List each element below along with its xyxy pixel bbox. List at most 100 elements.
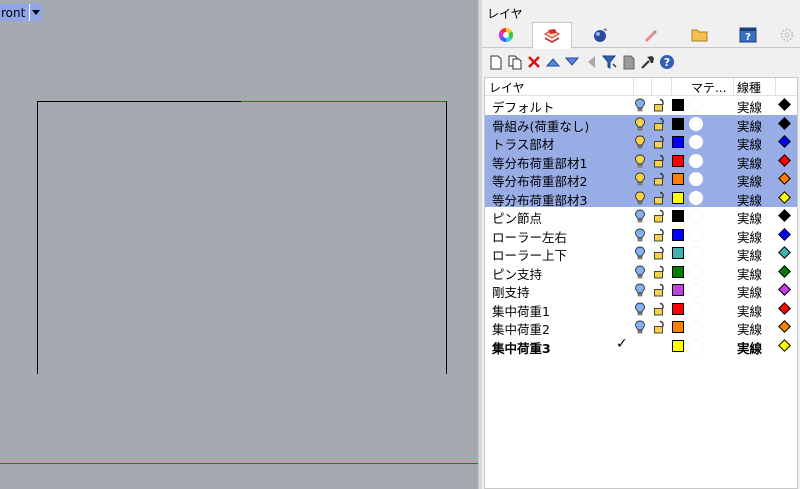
column-header-material[interactable]: マテ... — [691, 79, 726, 96]
document-button[interactable] — [619, 52, 638, 72]
layer-row[interactable]: ローラー左右 実線 — [485, 226, 797, 245]
layer-color-swatch[interactable] — [672, 247, 684, 259]
layer-linetype[interactable]: 実線 — [737, 301, 762, 320]
visibility-bulb-icon[interactable] — [634, 209, 646, 226]
lock-open-icon[interactable] — [653, 191, 667, 208]
print-color-diamond[interactable] — [778, 116, 791, 130]
viewport-tab[interactable]: ront — [0, 4, 43, 21]
material-swatch[interactable] — [689, 190, 703, 205]
lock-open-icon[interactable] — [653, 209, 667, 226]
layer-row[interactable]: 集中荷重3 ✓ 実線 — [485, 336, 797, 357]
layer-color-swatch[interactable] — [672, 173, 684, 185]
layer-name[interactable]: 集中荷重1 — [492, 301, 550, 320]
print-color-diamond[interactable] — [778, 338, 791, 352]
filter-button[interactable] — [600, 52, 619, 72]
layer-name[interactable]: 等分布荷重部材1 — [492, 153, 587, 172]
layer-color-swatch[interactable] — [672, 117, 684, 130]
layer-row[interactable]: 骨組み(荷重なし) 実線 — [485, 114, 797, 135]
print-color-diamond[interactable] — [778, 283, 791, 296]
layer-name[interactable]: ローラー左右 — [492, 227, 567, 246]
lock-open-icon[interactable] — [653, 172, 667, 189]
print-color-diamond[interactable] — [778, 135, 791, 148]
layer-linetype[interactable]: 実線 — [737, 171, 762, 190]
layer-row[interactable]: 等分布荷重部材1 実線 — [485, 151, 797, 172]
front-viewport[interactable]: ront — [0, 0, 478, 489]
material-swatch[interactable] — [689, 301, 703, 316]
visibility-bulb-icon[interactable] — [634, 154, 646, 171]
layer-color-swatch[interactable] — [672, 154, 684, 167]
material-swatch[interactable] — [689, 116, 703, 131]
layer-linetype[interactable]: 実線 — [737, 116, 762, 135]
layer-row[interactable]: ローラー上下 実線 — [485, 244, 797, 263]
material-swatch[interactable] — [689, 320, 703, 334]
layer-name[interactable]: 等分布荷重部材3 — [492, 190, 587, 209]
material-swatch[interactable] — [689, 98, 703, 112]
layer-row[interactable]: 等分布荷重部材2 実線 — [485, 170, 797, 189]
layer-color-swatch[interactable] — [672, 228, 684, 241]
layer-linetype[interactable]: 実線 — [737, 282, 762, 301]
tab-lights[interactable] — [630, 22, 670, 48]
visibility-bulb-icon[interactable] — [634, 320, 646, 337]
material-swatch[interactable] — [689, 264, 703, 279]
layer-row[interactable]: ピン支持 実線 — [485, 263, 797, 282]
tab-layers[interactable] — [532, 22, 572, 49]
layer-color-swatch[interactable] — [672, 321, 684, 333]
viewport-name[interactable]: ront — [1, 6, 29, 20]
tab-files[interactable] — [680, 22, 720, 48]
material-swatch[interactable] — [689, 172, 703, 186]
layer-color-swatch[interactable] — [672, 265, 684, 278]
new-sublayer-button[interactable] — [505, 52, 524, 72]
layer-name[interactable]: ピン支持 — [492, 264, 542, 283]
material-swatch[interactable] — [689, 227, 703, 242]
layer-color-swatch[interactable] — [672, 136, 684, 148]
layer-row[interactable]: 剛支持 実線 — [485, 281, 797, 300]
visibility-bulb-icon[interactable] — [634, 117, 646, 134]
material-swatch[interactable] — [689, 338, 703, 353]
layer-name[interactable]: ピン節点 — [492, 208, 542, 227]
tab-color[interactable] — [486, 22, 526, 48]
layer-linetype[interactable]: 実線 — [737, 338, 762, 357]
delete-layer-button[interactable] — [524, 52, 543, 72]
layer-name[interactable]: ローラー上下 — [492, 245, 567, 264]
layer-linetype[interactable]: 実線 — [737, 264, 762, 283]
visibility-bulb-icon[interactable] — [634, 246, 646, 263]
layer-name[interactable]: 等分布荷重部材2 — [492, 171, 587, 190]
visibility-bulb-icon[interactable] — [634, 172, 646, 189]
print-color-diamond[interactable] — [778, 227, 791, 241]
print-color-diamond[interactable] — [778, 320, 791, 333]
layer-linetype[interactable]: 実線 — [737, 97, 762, 116]
layer-linetype[interactable]: 実線 — [737, 190, 762, 209]
layer-row[interactable]: 等分布荷重部材3 実線 — [485, 188, 797, 209]
layer-color-swatch[interactable] — [672, 302, 684, 315]
lock-open-icon[interactable] — [653, 117, 667, 134]
layer-name[interactable]: 骨組み(荷重なし) — [492, 116, 589, 135]
move-down-button[interactable] — [562, 52, 581, 72]
layer-linetype[interactable]: 実線 — [737, 153, 762, 172]
layer-linetype[interactable]: 実線 — [737, 319, 762, 338]
tab-settings[interactable] — [774, 22, 800, 48]
layer-color-swatch[interactable] — [672, 339, 684, 352]
layer-linetype[interactable]: 実線 — [737, 245, 762, 264]
material-swatch[interactable] — [689, 209, 703, 223]
lock-open-icon[interactable] — [653, 320, 667, 337]
move-up-button[interactable] — [543, 52, 562, 72]
print-color-diamond[interactable] — [778, 153, 791, 167]
visibility-bulb-icon[interactable] — [634, 302, 646, 319]
material-swatch[interactable] — [689, 135, 703, 149]
column-header-layer[interactable]: レイヤ — [489, 79, 525, 96]
visibility-bulb-icon[interactable] — [634, 98, 646, 115]
material-swatch[interactable] — [689, 153, 703, 168]
move-left-button[interactable] — [581, 52, 600, 72]
visibility-bulb-icon[interactable] — [634, 228, 646, 245]
lock-open-icon[interactable] — [653, 135, 667, 152]
layer-name[interactable]: デフォルト — [492, 97, 555, 116]
layer-row[interactable]: デフォルト 実線 — [485, 96, 797, 115]
tools-button[interactable] — [638, 52, 657, 72]
layer-linetype[interactable]: 実線 — [737, 134, 762, 153]
print-color-diamond[interactable] — [778, 190, 791, 204]
print-color-diamond[interactable] — [778, 246, 791, 259]
layer-row[interactable]: 集中荷重1 実線 — [485, 300, 797, 319]
layer-list[interactable]: レイヤ マテ... 線種 デフォルト 実線 骨組み(荷重なし) 実線 トラス部材 実線 等分… — [484, 77, 798, 489]
layer-name[interactable]: 剛支持 — [492, 282, 530, 301]
print-color-diamond[interactable] — [778, 209, 791, 222]
